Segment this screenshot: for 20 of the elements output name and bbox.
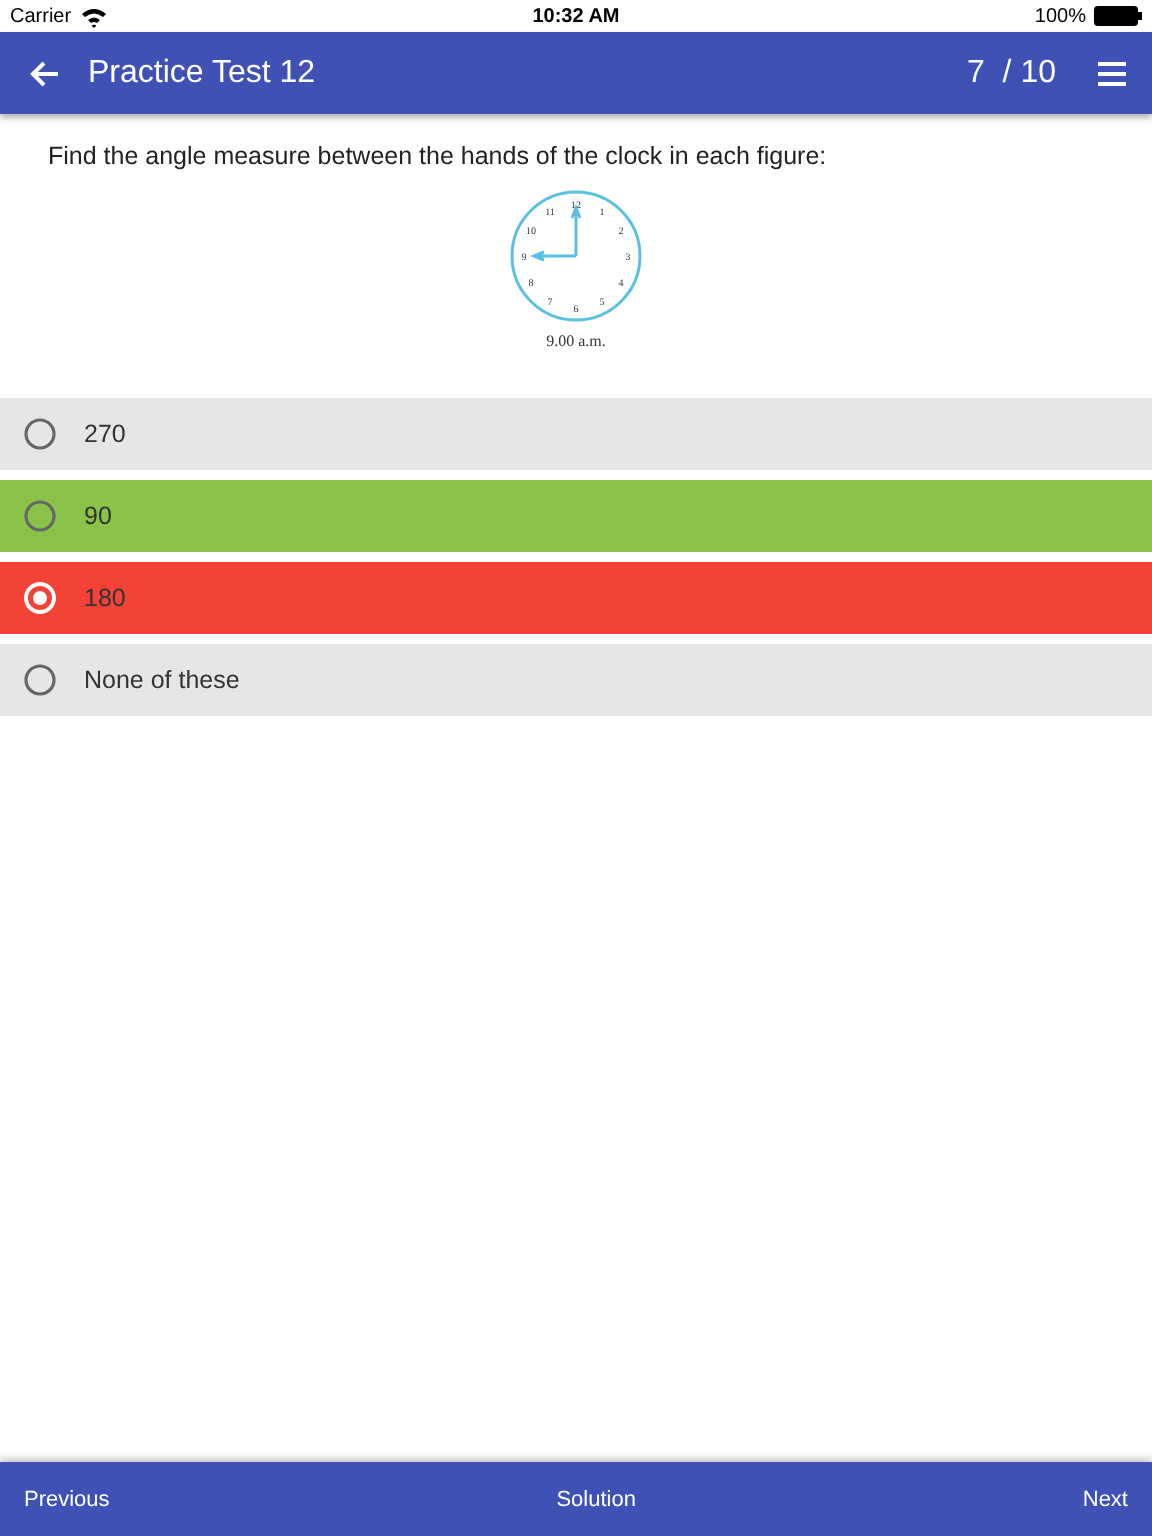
answer-option[interactable]: 90 [0,480,1152,552]
back-arrow-icon [28,57,60,89]
time-label: 10:32 AM [532,5,620,27]
radio-button[interactable] [22,662,58,698]
footer-button[interactable]: Previous [24,1487,110,1511]
screen-title: Practice Test 12 [88,55,318,91]
carrier-label: Carrier [10,5,72,27]
clock-caption: 9.00 a.m. [546,332,606,350]
wifi-icon [79,5,108,27]
footer-button[interactable]: Next [1082,1487,1128,1511]
answer-option[interactable]: 270 [0,398,1152,470]
battery-percent: 100% [1034,5,1086,27]
battery-icon [1093,6,1142,26]
question-text: Find the angle measure between the hands of the clock in each figure: [48,142,829,170]
question-counter: 7 / 10 [967,55,1056,91]
radio-button[interactable] [22,416,58,452]
answer-option[interactable]: None of these [0,644,1152,716]
radio-button[interactable] [22,498,58,534]
menu-icon [1096,59,1128,87]
footer-button[interactable]: Solution [556,1487,636,1511]
